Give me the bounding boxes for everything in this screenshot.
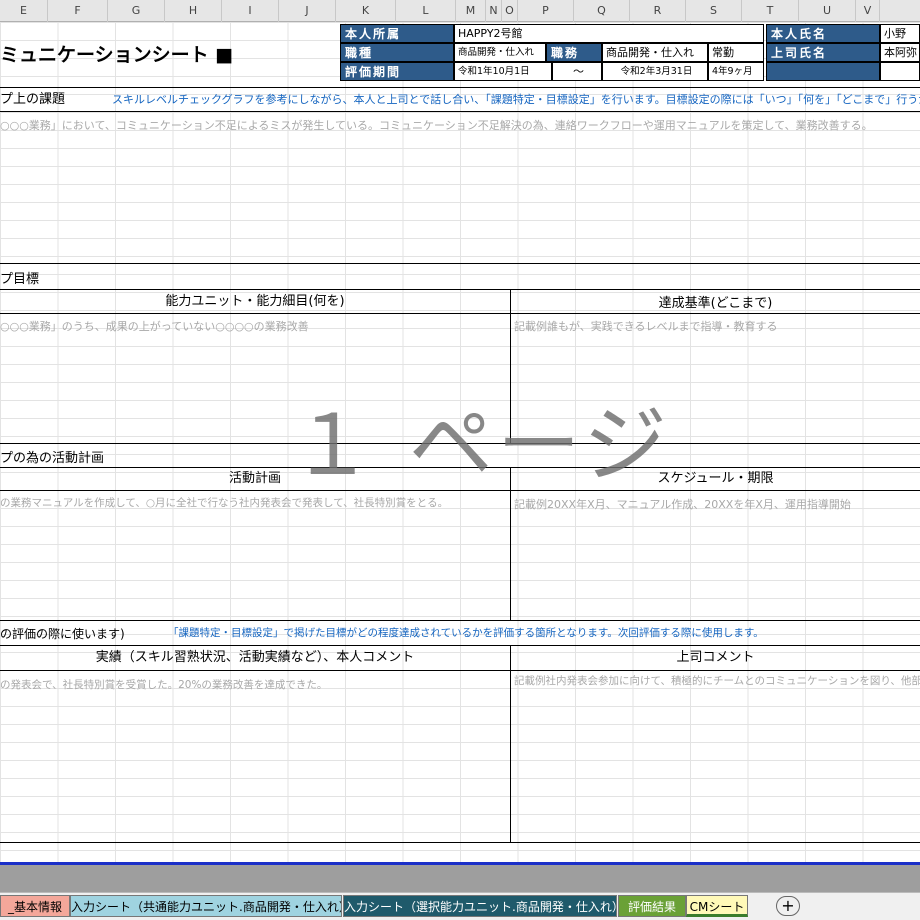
eval-example-boss[interactable]: 記載例社内発表会参加に向けて、積極的にチームとのコミュニケーションを図り、他部署 <box>514 672 920 690</box>
boss-value[interactable]: 本阿弥 <box>880 43 920 62</box>
section-divider <box>0 620 920 621</box>
sheet-tab-bar: _基本情報 入力シート（共通能力ユニット.商品開発・仕入れ） 入力シート（選択能力ユ… <box>0 892 920 920</box>
sheet-tab-3[interactable]: 評価結果 <box>618 895 686 917</box>
eval-column-header-boss: 上司コメント <box>676 650 755 665</box>
blank-header-cell <box>766 62 880 81</box>
column-header-T[interactable]: T <box>742 0 799 22</box>
duty-label: 職務 <box>546 43 602 62</box>
column-header-J[interactable]: J <box>279 0 336 22</box>
column-divider <box>510 645 511 842</box>
period-label: 評価期間 <box>340 62 454 81</box>
sheet-title: ミュニケーションシート ■ <box>0 44 234 66</box>
column-header-P[interactable]: P <box>518 0 574 22</box>
period-separator: ～ <box>552 62 602 81</box>
eval-note: 「課題特定・目標設定」で掲げた目標がどの程度達成されているかを評価する箇所となり… <box>168 627 764 639</box>
blank-value-cell[interactable] <box>880 62 920 81</box>
section-divider <box>0 313 920 314</box>
duty-value[interactable]: 商品開発・仕入れ <box>602 43 708 62</box>
column-header-Q[interactable]: Q <box>574 0 630 22</box>
issue-section-label: プ上の課題 <box>0 92 66 107</box>
goal-column-header-criteria: 達成基準(どこまで) <box>658 296 773 311</box>
column-header-E[interactable]: E <box>0 0 48 22</box>
column-header-I[interactable]: I <box>222 0 279 22</box>
period-length[interactable]: 4年9ヶ月 <box>708 62 764 81</box>
sheet-tab-4[interactable]: CMシート <box>686 895 748 917</box>
column-header-G[interactable]: G <box>108 0 165 22</box>
section-divider <box>0 842 920 843</box>
column-header-L[interactable]: L <box>396 0 456 22</box>
boss-label: 上司氏名 <box>766 43 880 62</box>
eval-section-label: の評価の際に使います) <box>0 627 125 641</box>
outside-print-area <box>0 865 920 892</box>
name-value[interactable]: 小野 <box>880 24 920 43</box>
period-end[interactable]: 令和2年3月31日 <box>602 62 708 81</box>
sheet-tab-1[interactable]: 入力シート（共通能力ユニット.商品開発・仕入れ） <box>70 895 342 917</box>
section-divider <box>0 645 920 646</box>
column-header-U[interactable]: U <box>799 0 856 22</box>
period-start[interactable]: 令和1年10月1日 <box>454 62 552 81</box>
section-divider <box>0 111 920 112</box>
section-divider <box>0 289 920 290</box>
eval-example-results[interactable]: の発表会で、社長特別賞を受賞した。20%の業務改善を達成できた。 <box>0 676 508 694</box>
section-divider <box>0 87 920 88</box>
goal-section-label: プ目標 <box>0 272 40 287</box>
eval-column-header-results: 実績（スキル習熟状況、活動実績など）、本人コメント <box>95 650 415 665</box>
plan-section-label: プの為の活動計画 <box>0 451 105 466</box>
column-header-N[interactable]: N <box>486 0 502 22</box>
column-header-S[interactable]: S <box>686 0 742 22</box>
employment-value[interactable]: 常勤 <box>708 43 764 62</box>
sheet-tab-0[interactable]: _基本情報 <box>0 895 70 917</box>
sheet-tab-2[interactable]: 入力シート（選択能力ユニット.商品開発・仕入れ） <box>343 895 617 917</box>
job-value[interactable]: 商品開発・仕入れ <box>454 43 546 62</box>
column-header-K[interactable]: K <box>336 0 396 22</box>
goal-column-header-what: 能力ユニット・能力細目(何を) <box>165 294 345 309</box>
column-header-O[interactable]: O <box>502 0 518 22</box>
name-label: 本人氏名 <box>766 24 880 43</box>
issue-note: スキルレベルチェックグラフを参考にしながら、本人と上司とで話し合い、「課題特定・… <box>112 93 920 106</box>
column-header-M[interactable]: M <box>456 0 486 22</box>
plus-circle-icon[interactable]: + <box>776 896 800 916</box>
column-header-F[interactable]: F <box>48 0 108 22</box>
issue-example[interactable]: ○○○業務」において、コミュニケーション不足によるミスが発生している。コミュニケ… <box>0 117 920 135</box>
dept-label: 本人所属 <box>340 24 454 43</box>
dept-value[interactable]: HAPPY2号館 <box>454 24 764 43</box>
column-header-R[interactable]: R <box>630 0 686 22</box>
column-header-bar: EFGHIJKLMNOPQRSTUV <box>0 0 920 22</box>
section-divider <box>0 263 920 264</box>
page-watermark: １ ページ <box>290 396 672 494</box>
job-label: 職種 <box>340 43 454 62</box>
column-header-V[interactable]: V <box>856 0 880 22</box>
goal-example-criteria[interactable]: 記載例誰もが、実践できるレベルまで指導・教育する <box>514 318 920 336</box>
section-divider <box>0 670 920 671</box>
goal-example-what[interactable]: ○○○業務」のうち、成果の上がっていない○○○○の業務改善 <box>0 318 508 336</box>
column-header-H[interactable]: H <box>165 0 222 22</box>
